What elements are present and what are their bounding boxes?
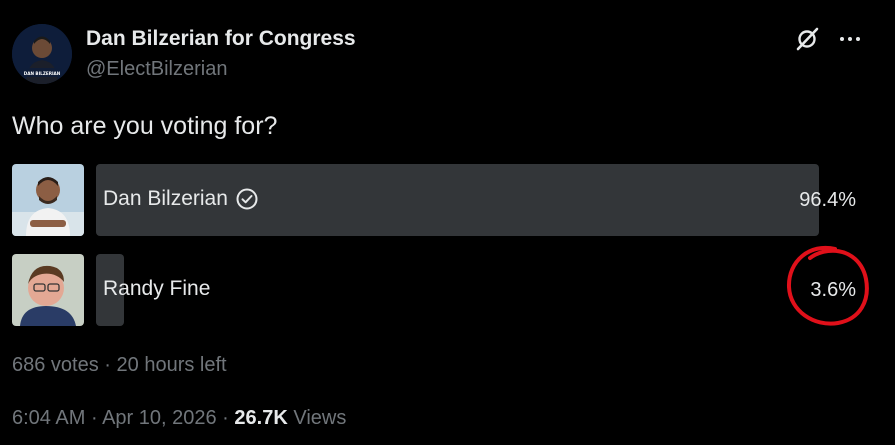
option-label-row: Dan Bilzerian xyxy=(103,187,259,211)
poll-option-randy-fine[interactable]: Randy Fine 3.6% xyxy=(12,254,882,326)
poll-question: Who are you voting for? xyxy=(12,112,278,140)
more-options-button[interactable] xyxy=(834,23,866,55)
option-percent: 96.4% xyxy=(799,189,856,211)
option-label: Randy Fine xyxy=(103,277,211,300)
post-meta: 6:04 AM · Apr 10, 2026 · 26.7K Views xyxy=(12,407,346,430)
meta-separator: · xyxy=(104,354,111,376)
option-label: Dan Bilzerian xyxy=(103,187,228,210)
author-avatar[interactable]: DAN BILZERIAN xyxy=(12,24,72,84)
author-name[interactable]: Dan Bilzerian for Congress xyxy=(86,27,356,51)
poll-meta: 686 votes · 20 hours left xyxy=(12,354,227,377)
grok-button[interactable] xyxy=(792,23,824,55)
post-date[interactable]: Apr 10, 2026 xyxy=(102,407,217,429)
option-percent: 3.6% xyxy=(810,279,856,301)
author-handle[interactable]: @ElectBilzerian xyxy=(86,58,227,81)
author-avatar-image: DAN BILZERIAN xyxy=(12,24,72,84)
time-left: 20 hours left xyxy=(116,354,227,376)
check-circle-icon xyxy=(236,188,258,210)
vote-count: 686 votes xyxy=(12,354,99,376)
views-label: Views xyxy=(293,407,347,429)
post-time[interactable]: 6:04 AM xyxy=(12,407,85,429)
option-label-row: Randy Fine xyxy=(103,277,210,301)
option-image-dan-bilzerian xyxy=(12,164,84,236)
meta-separator: · xyxy=(90,407,98,429)
grok-slash-icon xyxy=(796,27,819,51)
option-image-randy-fine xyxy=(12,254,84,326)
meta-separator: · xyxy=(222,407,229,429)
avatar-caption: DAN BILZERIAN xyxy=(24,71,61,76)
poll-option-dan-bilzerian[interactable]: Dan Bilzerian 96.4% xyxy=(12,164,882,236)
views-count[interactable]: 26.7K xyxy=(234,407,287,429)
more-dots-icon xyxy=(840,37,860,41)
